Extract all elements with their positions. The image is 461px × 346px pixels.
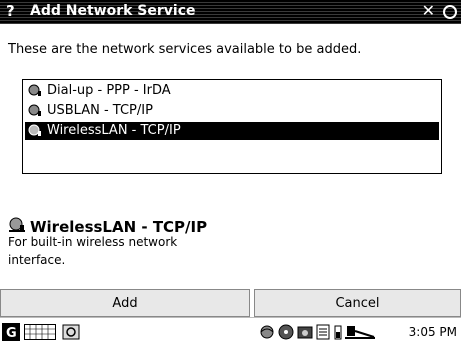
intro-text: These are the network services available…: [8, 42, 362, 57]
title-bar: ? Add Network Service ✕: [0, 0, 461, 24]
list-item-usblan[interactable]: USBLAN - TCP/IP: [25, 102, 439, 120]
list-item-label: WirelessLAN - TCP/IP: [47, 123, 181, 138]
network-plug-icon: [9, 217, 25, 232]
help-icon[interactable]: ?: [6, 2, 15, 20]
network-plug-icon: [28, 84, 41, 96]
list-item-label: USBLAN - TCP/IP: [47, 103, 153, 118]
list-item-label: Dial-up - PPP - IrDA: [47, 83, 171, 98]
list-item-dialup[interactable]: Dial-up - PPP - IrDA: [25, 82, 439, 100]
camera-icon[interactable]: [297, 324, 313, 340]
keyboard-icon[interactable]: [24, 324, 56, 340]
taskbar: G 3:05 PM: [0, 317, 461, 346]
network-plug-icon: [28, 104, 41, 116]
svg-text:G: G: [6, 326, 17, 341]
settings-icon[interactable]: [62, 324, 80, 340]
detail-description: For built-in wireless network interface.: [8, 235, 178, 267]
network-plug-icon: [28, 124, 41, 136]
start-menu-icon[interactable]: G: [2, 323, 20, 341]
plug-icon[interactable]: [345, 324, 375, 340]
battery-icon[interactable]: [334, 324, 342, 340]
clock[interactable]: 3:05 PM: [409, 325, 457, 339]
add-button[interactable]: Add: [0, 289, 250, 317]
close-icon[interactable]: ✕: [422, 1, 435, 20]
list-item-wirelesslan[interactable]: WirelessLAN - TCP/IP: [25, 122, 439, 140]
ok-icon[interactable]: [443, 5, 457, 19]
service-list[interactable]: Dial-up - PPP - IrDA USBLAN - TCP/IP Wir…: [22, 79, 442, 174]
cd-icon[interactable]: [278, 324, 294, 340]
network-icon[interactable]: [258, 324, 276, 340]
cancel-button[interactable]: Cancel: [254, 289, 461, 317]
document-icon[interactable]: [316, 324, 330, 340]
window-title: Add Network Service: [30, 3, 196, 19]
